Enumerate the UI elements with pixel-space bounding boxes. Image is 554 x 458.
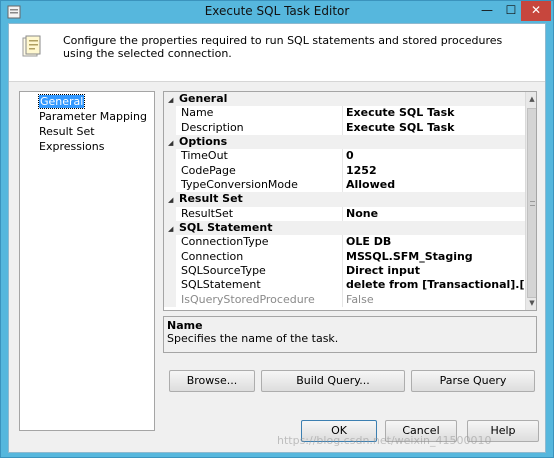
nav-item-label: Expressions (39, 140, 105, 153)
collapse-icon[interactable]: ◢ (168, 222, 179, 236)
property-name: ConnectionType (181, 235, 269, 249)
column-divider (342, 278, 343, 293)
property-name: CodePage (181, 163, 236, 177)
property-name: Description (181, 120, 244, 134)
property-value: False (346, 292, 374, 306)
scrollbar-thumb[interactable] (527, 108, 536, 298)
collapse-icon[interactable]: ◢ (168, 193, 179, 207)
property-value[interactable]: Execute SQL Task (344, 121, 526, 135)
build-query-button[interactable]: Build Query... (261, 370, 405, 392)
property-description-panel: Name Specifies the name of the task. (163, 316, 537, 353)
property-row-codepage[interactable]: CodePage 1252 (164, 163, 536, 179)
row-gutter (164, 264, 176, 279)
property-row-timeout[interactable]: TimeOut 0 (164, 149, 536, 164)
nav-item-general[interactable]: General (20, 94, 154, 109)
property-name: SQLSourceType (181, 264, 266, 278)
category-general[interactable]: ◢ General (164, 92, 536, 107)
property-name: Connection (181, 249, 244, 263)
header-description: Configure the properties required to run… (63, 34, 503, 60)
column-divider (342, 249, 343, 265)
row-gutter (164, 106, 176, 121)
property-value[interactable]: Allowed (344, 178, 526, 192)
dialog-client-area: Configure the properties required to run… (8, 23, 546, 453)
dialog-header: Configure the properties required to run… (9, 24, 545, 82)
property-name: TypeConversionMode (181, 178, 298, 192)
property-row-typeconversionmode[interactable]: TypeConversionMode Allowed (164, 178, 536, 193)
nav-item-parameter-mapping[interactable]: Parameter Mapping (20, 109, 154, 124)
scroll-down-arrow-icon[interactable]: ▼ (528, 299, 536, 307)
row-gutter (164, 249, 176, 265)
property-name: Name (181, 106, 214, 120)
property-row-sqlsourcetype[interactable]: SQLSourceType Direct input (164, 264, 536, 279)
grip-icon (530, 201, 535, 206)
nav-item-expressions[interactable]: Expressions (20, 139, 154, 154)
column-divider (342, 292, 343, 308)
row-gutter (164, 120, 176, 136)
property-name: ResultSet (181, 206, 234, 220)
column-divider (342, 264, 343, 279)
dialog-window: Execute SQL Task Editor — ☐ ✕ Configure … (0, 0, 554, 458)
property-value[interactable]: delete from [Transactional].[Consumer (344, 278, 526, 292)
description-text: Specifies the name of the task. (167, 332, 339, 345)
title-bar[interactable]: Execute SQL Task Editor — ☐ ✕ (1, 1, 553, 23)
scroll-up-arrow-icon[interactable]: ▲ (528, 95, 536, 103)
vertical-scrollbar[interactable]: ▲ ▼ (525, 92, 536, 310)
property-row-resultset[interactable]: ResultSet None (164, 206, 536, 222)
row-gutter (164, 206, 176, 222)
property-value[interactable]: Execute SQL Task (344, 106, 526, 120)
property-name: IsQueryStoredProcedure (181, 292, 315, 306)
row-gutter (164, 235, 176, 250)
column-divider (342, 149, 343, 164)
property-value[interactable]: 0 (344, 149, 526, 163)
property-row-connectiontype[interactable]: ConnectionType OLE DB (164, 235, 536, 250)
property-row-isquerystoredprocedure: IsQueryStoredProcedure False (164, 292, 536, 308)
nav-item-label: Parameter Mapping (39, 110, 147, 123)
description-title: Name (167, 319, 203, 332)
category-label: Options (179, 135, 228, 149)
collapse-icon[interactable]: ◢ (168, 136, 179, 150)
nav-item-label: Result Set (39, 125, 95, 138)
column-divider (342, 235, 343, 250)
property-row-connection[interactable]: Connection MSSQL.SFM_Staging (164, 249, 536, 265)
category-options[interactable]: ◢ Options (164, 135, 536, 150)
browse-button[interactable]: Browse... (169, 370, 255, 392)
property-row-sqlstatement[interactable]: SQLStatement delete from [Transactional].… (164, 278, 536, 293)
category-label: General (179, 92, 228, 105)
property-value[interactable]: Direct input (344, 264, 526, 278)
close-button[interactable]: ✕ (521, 1, 551, 21)
category-result-set[interactable]: ◢ Result Set (164, 192, 536, 207)
watermark-text: https://blog.csdn.net/weixin_41500010 (277, 434, 492, 447)
collapse-icon[interactable]: ◢ (168, 93, 179, 107)
row-gutter (164, 163, 176, 179)
window-title: Execute SQL Task Editor (204, 4, 350, 18)
nav-item-label: General (37, 94, 86, 109)
minimize-button[interactable]: — (475, 1, 499, 21)
property-row-name[interactable]: Name Execute SQL Task (164, 106, 536, 121)
row-gutter (164, 292, 176, 308)
category-sql-statement[interactable]: ◢ SQL Statement (164, 221, 536, 236)
property-name: SQLStatement (181, 278, 261, 292)
category-label: Result Set (179, 192, 243, 206)
property-value[interactable]: 1252 (344, 164, 526, 178)
property-value[interactable]: OLE DB (344, 235, 526, 249)
category-label: SQL Statement (179, 221, 273, 235)
page-navigation: General Parameter Mapping Result Set Exp… (19, 91, 155, 431)
task-editor-icon (22, 35, 41, 57)
property-name: TimeOut (181, 149, 228, 163)
column-divider (342, 163, 343, 179)
property-value[interactable]: None (344, 207, 526, 221)
row-gutter (164, 149, 176, 164)
row-gutter (164, 178, 176, 193)
maximize-button[interactable]: ☐ (499, 1, 523, 21)
property-value[interactable]: MSSQL.SFM_Staging (344, 250, 526, 264)
column-divider (342, 206, 343, 222)
column-divider (342, 178, 343, 193)
property-grid: ◢ General Name Execute SQL Task Descriptio… (163, 91, 537, 311)
column-divider (342, 120, 343, 136)
parse-query-button[interactable]: Parse Query (411, 370, 535, 392)
property-row-description[interactable]: Description Execute SQL Task (164, 120, 536, 136)
row-gutter (164, 278, 176, 293)
column-divider (342, 106, 343, 121)
nav-item-result-set[interactable]: Result Set (20, 124, 154, 139)
